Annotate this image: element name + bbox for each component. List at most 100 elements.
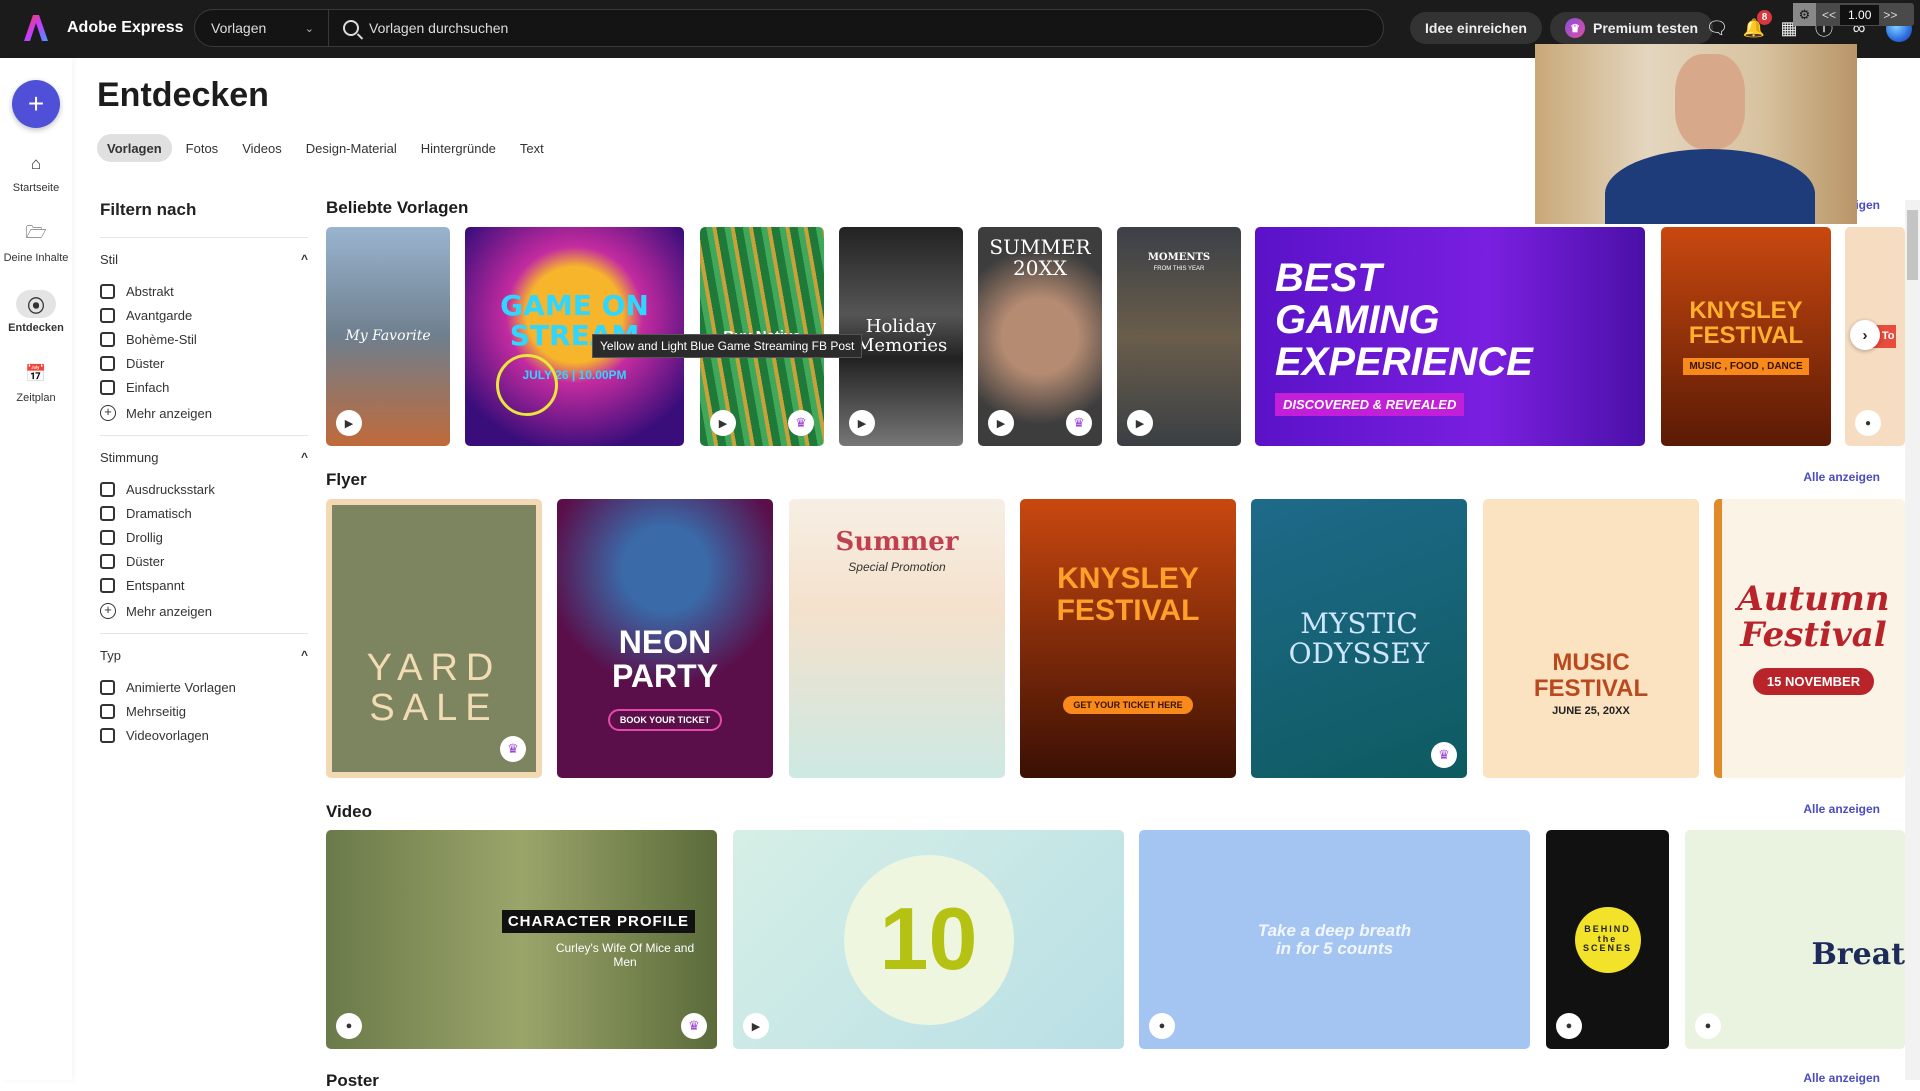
checkbox[interactable]: [100, 679, 115, 695]
template-card[interactable]: SUMMER 20XX ▶ ♛: [978, 227, 1102, 446]
filter-option[interactable]: Entspannt: [100, 573, 308, 597]
adobe-express-logo-icon[interactable]: [24, 15, 48, 41]
video-card[interactable]: Breat ●: [1685, 830, 1905, 1049]
template-card[interactable]: BEST GAMING EXPERIENCE DISCOVERED & REVE…: [1255, 227, 1645, 446]
filter-option[interactable]: Dramatisch: [100, 501, 308, 525]
filter-option[interactable]: Ausdrucksstark: [100, 477, 308, 501]
template-card[interactable]: Summer Special Promotion: [789, 499, 1005, 778]
premium-trial-button[interactable]: ♛ Premium testen: [1550, 12, 1714, 44]
filter-option-label: Drollig: [126, 529, 163, 545]
chevron-up-icon[interactable]: ^: [301, 450, 308, 465]
bell-icon[interactable]: 🔔 8: [1742, 10, 1772, 40]
tab-backgrounds[interactable]: Hintergründe: [411, 134, 506, 162]
page-scrollbar[interactable]: [1905, 200, 1920, 1080]
plus-circle-icon: +: [100, 603, 116, 619]
play-icon: ▶: [710, 410, 736, 436]
checkbox[interactable]: [100, 577, 115, 593]
filter-option[interactable]: Animierte Vorlagen: [100, 675, 308, 699]
gear-icon[interactable]: ⚙: [1793, 3, 1816, 26]
checkbox[interactable]: [100, 283, 115, 299]
filter-option[interactable]: Düster: [100, 351, 308, 375]
tab-text[interactable]: Text: [510, 134, 554, 162]
card-title: BEHIND the SCENES: [1574, 906, 1641, 973]
filter-option[interactable]: Videovorlagen: [100, 723, 308, 747]
see-all-poster-link[interactable]: Alle anzeigen: [1803, 1071, 1880, 1085]
checkbox[interactable]: [100, 379, 115, 395]
crown-icon: ♛: [1066, 410, 1092, 436]
filter-option[interactable]: Avantgarde: [100, 303, 308, 327]
chevron-up-icon[interactable]: ^: [301, 648, 308, 663]
card-title: Autumn Festival: [1737, 579, 1890, 655]
template-card[interactable]: MOMENTS FROM THIS YEAR ▶: [1117, 227, 1241, 446]
see-all-flyer-link[interactable]: Alle anzeigen: [1803, 470, 1880, 484]
filter-option-label: Animierte Vorlagen: [126, 679, 236, 695]
content-tabs: Vorlagen Fotos Videos Design-Material Hi…: [97, 134, 554, 162]
checkbox[interactable]: [100, 331, 115, 347]
checkbox[interactable]: [100, 505, 115, 521]
checkbox[interactable]: [100, 307, 115, 323]
show-more-button[interactable]: + Mehr anzeigen: [100, 597, 308, 625]
zoom-prev-button[interactable]: <<: [1822, 8, 1836, 22]
filter-option[interactable]: Abstrakt: [100, 279, 308, 303]
checkbox[interactable]: [100, 553, 115, 569]
search-input[interactable]: Vorlagen durchsuchen: [329, 20, 1383, 36]
animated-icon: ●: [1855, 410, 1881, 436]
tab-videos[interactable]: Videos: [232, 134, 292, 162]
video-card[interactable]: CHARACTER PROFILE Curley's Wife Of Mice …: [326, 830, 717, 1049]
filter-option[interactable]: Düster: [100, 549, 308, 573]
template-card[interactable]: KNYSLEY FESTIVAL MUSIC , FOOD , DANCE: [1661, 227, 1831, 446]
nav-item-your-content[interactable]: 🗁 Deine Inhalte: [0, 220, 72, 265]
submit-idea-button[interactable]: Idee einreichen: [1410, 12, 1542, 44]
show-more-button[interactable]: + Mehr anzeigen: [100, 399, 308, 427]
nav-item-schedule[interactable]: 📅 Zeitplan: [0, 360, 72, 404]
chevron-up-icon[interactable]: ^: [301, 252, 308, 267]
compass-icon: ⦿: [16, 290, 56, 318]
filter-option[interactable]: Drollig: [100, 525, 308, 549]
filter-section-header[interactable]: Stimmung ^: [100, 450, 308, 465]
filter-section-header[interactable]: Stil ^: [100, 252, 308, 267]
tab-templates[interactable]: Vorlagen: [97, 134, 172, 162]
search-scope-dropdown[interactable]: Vorlagen ⌄: [195, 10, 329, 46]
template-card[interactable]: NEON PARTY BOOK YOUR TICKET: [557, 499, 773, 778]
card-title: MUSIC FESTIVAL: [1533, 649, 1649, 702]
template-card[interactable]: MUSIC FESTIVAL JUNE 25, 20XX: [1483, 499, 1699, 778]
checkbox[interactable]: [100, 355, 115, 371]
template-card[interactable]: Autumn Festival 15 NOVEMBER: [1714, 499, 1905, 778]
filter-option[interactable]: Einfach: [100, 375, 308, 399]
checkbox[interactable]: [100, 703, 115, 719]
checkbox[interactable]: [100, 481, 115, 497]
template-card[interactable]: MYSTIC ODYSSEY ♛: [1251, 499, 1467, 778]
filter-option[interactable]: Mehrseitig: [100, 699, 308, 723]
card-subtitle: 15 NOVEMBER: [1752, 667, 1875, 695]
checkbox[interactable]: [100, 727, 115, 743]
brand-name: Adobe Express: [67, 19, 184, 36]
tab-photos[interactable]: Fotos: [176, 134, 229, 162]
filter-section-title: Typ: [100, 648, 121, 663]
video-card[interactable]: BEHIND the SCENES ●: [1546, 830, 1669, 1049]
video-card[interactable]: Take a deep breath in for 5 counts ●: [1139, 830, 1530, 1049]
nav-item-discover[interactable]: ⦿ Entdecken: [0, 290, 72, 334]
nav-item-home[interactable]: ⌂ Startseite: [0, 150, 72, 194]
submit-idea-label: Idee einreichen: [1425, 20, 1527, 36]
card-subtitle: MUSIC , FOOD , DANCE: [1683, 358, 1809, 376]
video-card[interactable]: 10 ▶: [733, 830, 1124, 1049]
play-icon: ▶: [336, 410, 362, 436]
template-card[interactable]: KNYSLEY FESTIVAL GET YOUR TICKET HERE: [1020, 499, 1236, 778]
scrollbar-thumb[interactable]: [1907, 210, 1918, 280]
show-more-label: Mehr anzeigen: [126, 603, 212, 619]
filter-section-header[interactable]: Typ ^: [100, 648, 308, 663]
filter-option[interactable]: Bohème-Stil: [100, 327, 308, 351]
crown-icon: ♛: [1431, 742, 1457, 768]
carousel-next-button[interactable]: ›: [1850, 320, 1880, 350]
card-subtitle: DISCOVERED & REVEALED: [1275, 393, 1465, 416]
create-button[interactable]: +: [12, 80, 60, 128]
zoom-next-button[interactable]: >>: [1883, 8, 1897, 22]
filter-option-label: Einfach: [126, 379, 170, 395]
tab-design-assets[interactable]: Design-Material: [296, 134, 407, 162]
see-all-video-link[interactable]: Alle anzeigen: [1803, 802, 1880, 816]
template-card[interactable]: YARD SALE ♛: [326, 499, 542, 778]
checkbox[interactable]: [100, 529, 115, 545]
filter-section-mood: Stimmung ^ Ausdrucksstark Dramatisch Dro…: [100, 435, 308, 625]
chat-icon[interactable]: 🗨: [1705, 16, 1729, 40]
template-card[interactable]: My Favorite ▶: [326, 227, 450, 446]
